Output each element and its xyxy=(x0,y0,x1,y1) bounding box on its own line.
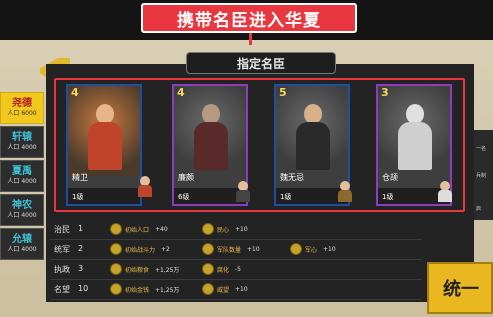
sidebar-item-population: 人口 4000 xyxy=(7,144,37,151)
card-name: 魏无忌 xyxy=(280,173,304,182)
minister-card[interactable]: 4 精卫 1级 xyxy=(66,84,142,206)
stat-value: 1 xyxy=(78,224,84,233)
corruption-icon xyxy=(202,263,214,275)
card-rank: 4 xyxy=(71,86,79,99)
sidebar-item-population: 人口 6000 xyxy=(7,110,37,117)
banner-connector xyxy=(249,33,252,45)
stat-label: 执政 xyxy=(54,265,70,274)
unify-button[interactable]: 统一 xyxy=(427,262,493,314)
effect: 民心 +10 xyxy=(202,223,248,235)
card-level: 1级 xyxy=(382,193,394,201)
card-level: 1级 xyxy=(72,193,84,201)
sidebar-item-yunyuan[interactable]: 允辕 人口 4000 xyxy=(0,228,44,260)
minister-figure xyxy=(294,100,332,170)
effect: 初始金钱 +1,25万 xyxy=(110,283,179,295)
morale-icon xyxy=(202,223,214,235)
companion-avatar xyxy=(136,175,154,197)
sidebar-item-label: 尧德 xyxy=(12,98,32,109)
effect: 威望 +10 xyxy=(202,283,248,295)
prestige-icon xyxy=(202,283,214,295)
effect: 腐化 -5 xyxy=(202,263,241,275)
sidebar-item-label: 允辕 xyxy=(12,234,32,245)
tutorial-banner: 携带名臣进入华夏 xyxy=(141,3,357,33)
right-info-text: 启 xyxy=(476,206,482,212)
coin-icon xyxy=(110,283,122,295)
sidebar-item-yaode[interactable]: 尧德 人口 6000 xyxy=(0,92,44,124)
sidebar-item-population: 人口 4000 xyxy=(7,246,37,253)
stat-label: 名望 xyxy=(54,285,70,294)
stat-value: 3 xyxy=(78,264,84,273)
effect: 初始战斗力 +2 xyxy=(110,243,170,255)
minister-portrait xyxy=(276,86,348,176)
army-icon xyxy=(202,243,214,255)
flag-icon xyxy=(290,243,302,255)
sword-icon xyxy=(110,243,122,255)
grain-icon xyxy=(110,263,122,275)
card-name: 仓颉 xyxy=(382,173,398,182)
stat-row: 执政 3 初始粮食 +1,25万 腐化 -5 xyxy=(50,260,422,280)
card-name: 廉颇 xyxy=(178,173,194,182)
sidebar-item-xiayu[interactable]: 夏禹 人口 4000 xyxy=(0,160,44,192)
minister-figure xyxy=(192,100,230,170)
right-info-text: 一名 xyxy=(476,146,487,152)
stat-row: 治民 1 初始人口 +40 民心 +10 xyxy=(50,220,422,240)
card-rank: 3 xyxy=(381,86,389,99)
sidebar-item-population: 人口 4000 xyxy=(7,178,37,185)
companion-avatar xyxy=(436,180,454,202)
card-name: 精卫 xyxy=(72,173,88,182)
effect: 军心 +10 xyxy=(290,243,336,255)
sidebar-item-label: 神农 xyxy=(12,200,32,211)
sidebar-item-population: 人口 4000 xyxy=(7,212,37,219)
stat-value: 2 xyxy=(78,244,84,253)
companion-avatar xyxy=(336,180,354,202)
sidebar-item-label: 轩辕 xyxy=(12,132,32,143)
minister-portrait xyxy=(378,86,450,176)
sidebar-item-xuanyuan[interactable]: 轩辕 人口 4000 xyxy=(0,126,44,158)
right-info-text: 兵制 xyxy=(476,173,487,179)
stat-label: 治民 xyxy=(54,225,70,234)
panel-title: 指定名臣 xyxy=(186,52,336,74)
effect: 初始粮食 +1,25万 xyxy=(110,263,179,275)
civilization-sidebar: 尧德 人口 6000 轩辕 人口 4000 夏禹 人口 4000 神农 人口 4… xyxy=(0,92,46,262)
stat-value: 10 xyxy=(78,284,89,293)
card-rank: 4 xyxy=(177,86,185,99)
sidebar-item-shennong[interactable]: 神农 人口 4000 xyxy=(0,194,44,226)
stats-table: 治民 1 初始人口 +40 民心 +10 统军 2 初始战斗力 +2 军队数量 +10 … xyxy=(50,220,422,300)
effect: 军队数量 +10 xyxy=(202,243,260,255)
sidebar-item-label: 夏禹 xyxy=(12,166,32,177)
population-icon xyxy=(110,223,122,235)
card-rank: 5 xyxy=(279,86,287,99)
minister-portrait xyxy=(174,86,246,176)
stat-label: 统军 xyxy=(54,245,70,254)
minister-figure xyxy=(86,100,124,170)
effect: 初始人口 +40 xyxy=(110,223,168,235)
stat-row: 统军 2 初始战斗力 +2 军队数量 +10 军心 +10 xyxy=(50,240,422,260)
companion-avatar xyxy=(234,180,252,202)
stat-row: 名望 10 初始金钱 +1,25万 威望 +10 xyxy=(50,280,422,300)
card-level: 1级 xyxy=(280,193,292,201)
card-level: 6级 xyxy=(178,193,190,201)
minister-figure xyxy=(396,100,434,170)
minister-portrait xyxy=(68,86,140,176)
